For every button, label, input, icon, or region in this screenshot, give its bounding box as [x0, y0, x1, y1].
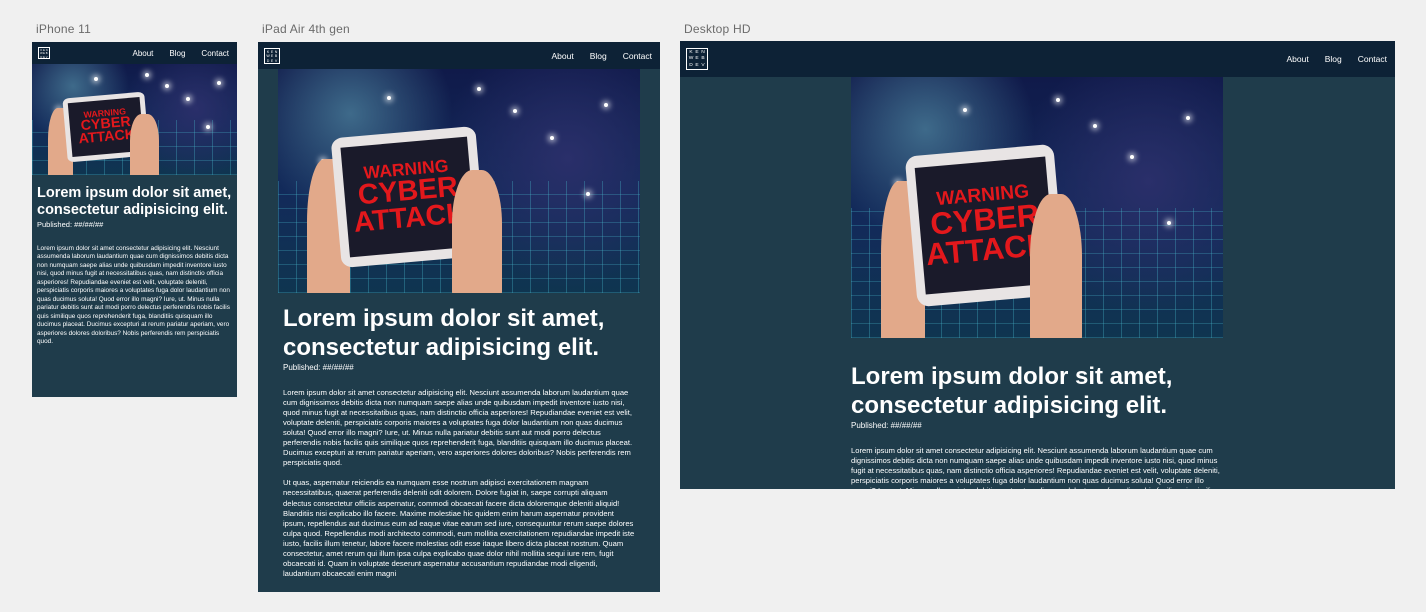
navbar: KENWEBDEV About Blog Contact [32, 42, 237, 64]
article-title: Lorem ipsum dolor sit amet, consectetur … [283, 305, 605, 361]
logo-letter: V [274, 58, 278, 63]
nav-link-contact[interactable]: Contact [1358, 54, 1387, 64]
nav-link-about[interactable]: About [1286, 54, 1308, 64]
right-hand [130, 113, 160, 175]
hero-image: WARNING CYBER ATTACK [32, 64, 237, 175]
article: Lorem ipsum dolor sit amet, consectetur … [32, 175, 237, 347]
frame-label-ipad[interactable]: iPad Air 4th gen [262, 22, 350, 36]
frame-label-desktop[interactable]: Desktop HD [684, 22, 751, 36]
logo[interactable]: KENWEBDEV [264, 47, 280, 64]
article-paragraph: Ut quas, aspernatur reiciendis ea numqua… [283, 478, 635, 579]
article-paragraph: Lorem ipsum dolor sit amet consectetur a… [851, 445, 1223, 489]
nav-link-about[interactable]: About [133, 49, 154, 58]
frame-label-iphone[interactable]: iPhone 11 [36, 22, 91, 36]
logo[interactable]: KENWEBDEV [38, 47, 50, 59]
attack-text: ATTACK [77, 126, 136, 148]
nav-link-blog[interactable]: Blog [1325, 54, 1342, 64]
article-title: Lorem ipsum dolor sit amet, consectetur … [37, 185, 232, 219]
nav-link-contact[interactable]: Contact [623, 51, 652, 61]
frame-iphone: KENWEBDEV About Blog Contact WARNING CYB… [32, 42, 237, 397]
article-title: Lorem ipsum dolor sit amet, consectetur … [851, 363, 1173, 419]
attack-text: ATTACK [352, 197, 468, 239]
published-date: Published: ##/##/## [283, 362, 354, 372]
article: Lorem ipsum dolor sit amet, consectetur … [680, 338, 1395, 489]
nav-link-blog[interactable]: Blog [169, 49, 185, 58]
article-paragraph: Lorem ipsum dolor sit amet consectetur a… [37, 244, 230, 346]
navbar: KENWEBDEV About Blog Contact [258, 42, 660, 69]
article: Lorem ipsum dolor sit amet, consectetur … [258, 293, 660, 579]
published-date: Published: ##/##/## [851, 420, 922, 430]
nav-links: About Blog Contact [133, 49, 230, 58]
hero-image: WARNING CYBER ATTACK [278, 69, 640, 293]
frame-ipad: KENWEBDEV About Blog Contact WARNING CYB… [258, 42, 660, 592]
nav-link-blog[interactable]: Blog [590, 51, 607, 61]
published-date: Published: ##/##/## [37, 219, 104, 229]
article-paragraph: Lorem ipsum dolor sit amet consectetur a… [283, 387, 633, 468]
nav-links: About Blog Contact [551, 51, 652, 61]
logo-letter: V [45, 55, 48, 59]
logo-letter: V [701, 62, 705, 68]
nav-link-contact[interactable]: Contact [201, 49, 229, 58]
frame-desktop: KENWEBDEV About Blog Contact WARNING CYB… [680, 41, 1395, 489]
nav-links: About Blog Contact [1286, 54, 1387, 64]
logo[interactable]: KENWEBDEV [686, 48, 708, 70]
hero-image: WARNING CYBER ATTACK [851, 77, 1223, 338]
navbar: KENWEBDEV About Blog Contact [680, 41, 1395, 77]
right-hand [451, 169, 503, 293]
right-hand [1029, 194, 1082, 338]
nav-link-about[interactable]: About [551, 51, 573, 61]
